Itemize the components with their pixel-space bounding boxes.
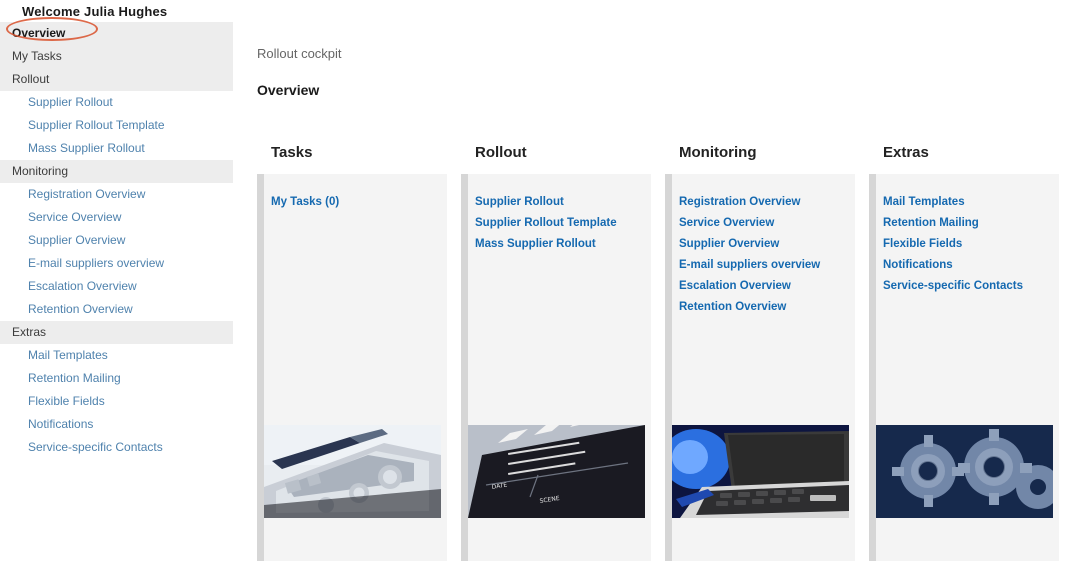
sidebar-item-e-mail-suppliers-overview[interactable]: E-mail suppliers overview: [0, 252, 233, 275]
panel-tasks: Tasks My Tasks (0): [257, 138, 447, 561]
sidebar-item-notifications[interactable]: Notifications: [0, 413, 233, 436]
sidebar-nav: Overview My Tasks Rollout Supplier Rollout S…: [0, 22, 233, 459]
panel-link-supplier-rollout[interactable]: Supplier Rollout: [475, 192, 645, 213]
sidebar-item-monitoring[interactable]: Monitoring: [0, 160, 233, 183]
clapperboard-photo: [468, 425, 645, 518]
sidebar-item-retention-overview[interactable]: Retention Overview: [0, 298, 233, 321]
panel-link-escalation-overview[interactable]: Escalation Overview: [679, 276, 849, 297]
sidebar-item-rollout[interactable]: Rollout: [0, 68, 233, 91]
panel-link-retention-overview[interactable]: Retention Overview: [679, 297, 849, 318]
sidebar-item-service-overview[interactable]: Service Overview: [0, 206, 233, 229]
panel-body: Supplier Rollout Supplier Rollout Templat…: [461, 174, 651, 561]
sidebar-item-overview[interactable]: Overview: [0, 22, 233, 45]
panel-link-supplier-rollout-template[interactable]: Supplier Rollout Template: [475, 213, 645, 234]
panel-title: Rollout: [461, 138, 651, 174]
sidebar-item-registration-overview[interactable]: Registration Overview: [0, 183, 233, 206]
sidebar-item-mass-supplier-rollout[interactable]: Mass Supplier Rollout: [0, 137, 233, 160]
sidebar-item-my-tasks[interactable]: My Tasks: [0, 45, 233, 68]
sidebar: Welcome Julia Hughes Overview My Tasks Rol…: [0, 0, 233, 561]
sidebar-item-escalation-overview[interactable]: Escalation Overview: [0, 275, 233, 298]
panel-body: Mail Templates Retention Mailing Flexible …: [869, 174, 1059, 561]
panel-link-notifications[interactable]: Notifications: [883, 255, 1053, 276]
panel-link-mass-supplier-rollout[interactable]: Mass Supplier Rollout: [475, 234, 645, 255]
panel-monitoring: Monitoring Registration Overview Service O…: [665, 138, 855, 561]
panel-body: My Tasks (0): [257, 174, 447, 561]
main-content: Rollout cockpit Overview Tasks My Tasks (…: [233, 0, 1076, 561]
sidebar-item-supplier-rollout-template[interactable]: Supplier Rollout Template: [0, 114, 233, 137]
welcome-message: Welcome Julia Hughes: [22, 4, 168, 19]
page-root: Welcome Julia Hughes Overview My Tasks Rol…: [0, 0, 1076, 561]
panel-link-mail-templates[interactable]: Mail Templates: [883, 192, 1053, 213]
breadcrumb: Rollout cockpit: [257, 46, 342, 61]
panel-body: Registration Overview Service Overview Sup…: [665, 174, 855, 561]
panel-grid: Tasks My Tasks (0) Rollout Supplier Rollout…: [257, 138, 1076, 561]
panel-title: Monitoring: [665, 138, 855, 174]
panel-link-my-tasks-0[interactable]: My Tasks (0): [271, 192, 441, 213]
sidebar-item-supplier-rollout[interactable]: Supplier Rollout: [0, 91, 233, 114]
panel-title: Tasks: [257, 138, 447, 174]
pda-stylus-photo: [264, 425, 441, 518]
sidebar-item-service-specific-contacts[interactable]: Service-specific Contacts: [0, 436, 233, 459]
page-title: Overview: [257, 82, 320, 98]
gears-photo: [876, 425, 1053, 518]
panel-rollout: Rollout Supplier Rollout Supplier Rollout …: [461, 138, 651, 561]
panel-link-retention-mailing[interactable]: Retention Mailing: [883, 213, 1053, 234]
panel-link-service-overview[interactable]: Service Overview: [679, 213, 849, 234]
laptop-photo: [672, 425, 849, 518]
panel-link-service-specific-contacts[interactable]: Service-specific Contacts: [883, 276, 1053, 297]
panel-title: Extras: [869, 138, 1059, 174]
panel-extras: Extras Mail Templates Retention Mailing Fle…: [869, 138, 1059, 561]
panel-link-supplier-overview[interactable]: Supplier Overview: [679, 234, 849, 255]
sidebar-item-mail-templates[interactable]: Mail Templates: [0, 344, 233, 367]
sidebar-item-supplier-overview[interactable]: Supplier Overview: [0, 229, 233, 252]
sidebar-item-flexible-fields[interactable]: Flexible Fields: [0, 390, 233, 413]
sidebar-item-retention-mailing[interactable]: Retention Mailing: [0, 367, 233, 390]
panel-link-registration-overview[interactable]: Registration Overview: [679, 192, 849, 213]
panel-link-e-mail-suppliers-overview[interactable]: E-mail suppliers overview: [679, 255, 849, 276]
sidebar-item-extras[interactable]: Extras: [0, 321, 233, 344]
panel-link-flexible-fields[interactable]: Flexible Fields: [883, 234, 1053, 255]
